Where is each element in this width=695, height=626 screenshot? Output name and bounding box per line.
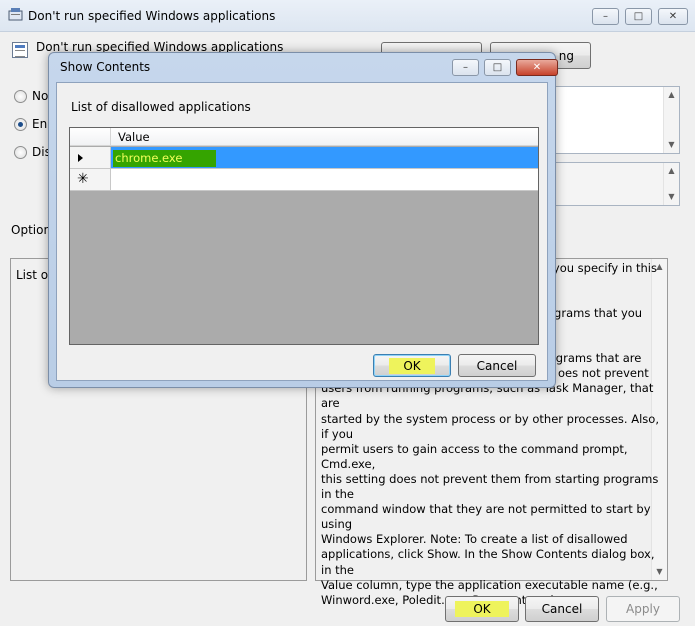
window-title: Don't run specified Windows applications [28,9,276,23]
scroll-down-icon[interactable]: ▼ [668,189,674,205]
app-icon [8,8,23,21]
close-button[interactable]: ✕ [658,8,688,25]
help-line: Windows Explorer. Note: To create a list… [321,532,628,547]
main-titlebar: Don't run specified Windows applications… [0,0,695,32]
scroll-up-icon[interactable]: ▲ [668,87,674,103]
help-line: Value column, type the application execu… [321,577,658,592]
cancel-label: Cancel [541,602,583,616]
dialog-cancel-label: Cancel [476,358,518,373]
dialog-maximize-button[interactable]: □ [484,59,511,76]
dialog-title: Show Contents [60,60,151,74]
radio-not-configured[interactable] [14,90,27,103]
row-header[interactable]: ✳ [70,169,111,191]
maximize-icon: □ [492,61,503,73]
cancel-button[interactable]: Cancel [525,596,599,622]
dialog-cancel-button[interactable]: Cancel [458,354,536,377]
help-line: applications, click Show. In the Show Co… [321,547,655,577]
new-value-cell[interactable] [111,169,538,191]
value-cell-text: chrome.exe [113,150,217,167]
grid-corner [70,128,111,146]
supported-on-box: ▲ ▼ [555,162,680,206]
show-contents-dialog: Show Contents – □ ✕ List of disallowed a… [48,52,558,388]
ok-button[interactable]: OK [445,596,519,622]
next-setting-label: ng [558,48,574,63]
radio-not-configured-label: No [32,89,49,103]
help-line: permit users to gain access to the comma… [321,441,628,471]
supported-scrollbar[interactable]: ▲ ▼ [663,163,679,205]
close-icon: ✕ [532,61,542,73]
help-line: started by the system process or by othe… [321,411,659,441]
options-label: Option [11,223,52,237]
radio-enabled[interactable] [14,118,27,131]
value-cell[interactable]: chrome.exe [111,147,538,169]
comment-textbox[interactable]: ▲ ▼ [555,86,680,154]
minimize-button[interactable]: – [592,8,619,25]
apply-button[interactable]: Apply [606,596,680,622]
comment-scrollbar[interactable]: ▲ ▼ [663,87,679,153]
column-header-value[interactable]: Value [118,130,150,144]
policy-icon [12,42,28,58]
new-row[interactable]: ✳ [70,169,538,191]
maximize-button[interactable]: □ [625,8,652,25]
table-row[interactable]: chrome.exe [70,147,538,169]
help-line: command window that they are not permitt… [321,502,651,532]
minimize-icon: – [603,10,608,22]
scroll-down-icon[interactable]: ▼ [668,137,674,153]
dialog-ok-label: OK [389,357,435,374]
list-label: List of disallowed applications [71,100,251,114]
row-header[interactable] [70,147,111,169]
close-icon: ✕ [668,10,678,22]
apply-label: Apply [626,602,660,616]
new-row-icon: ✳ [77,171,89,187]
dialog-ok-button[interactable]: OK [373,354,451,377]
ok-label: OK [455,601,509,617]
minimize-icon: – [463,61,468,73]
options-panel-label: List of [16,268,53,282]
grid-header: Value [70,128,538,146]
values-grid[interactable]: Value chrome.exe ✳ [69,127,539,345]
radio-disabled[interactable] [14,146,27,159]
dialog-close-button[interactable]: ✕ [516,59,558,76]
row-arrow-icon [78,154,83,162]
scroll-up-icon[interactable]: ▲ [668,163,674,179]
maximize-icon: □ [633,10,644,22]
help-line: this setting does not prevent them from … [321,471,659,502]
dialog-minimize-button[interactable]: – [452,59,479,76]
dialog-body: List of disallowed applications Value ch… [56,82,548,381]
